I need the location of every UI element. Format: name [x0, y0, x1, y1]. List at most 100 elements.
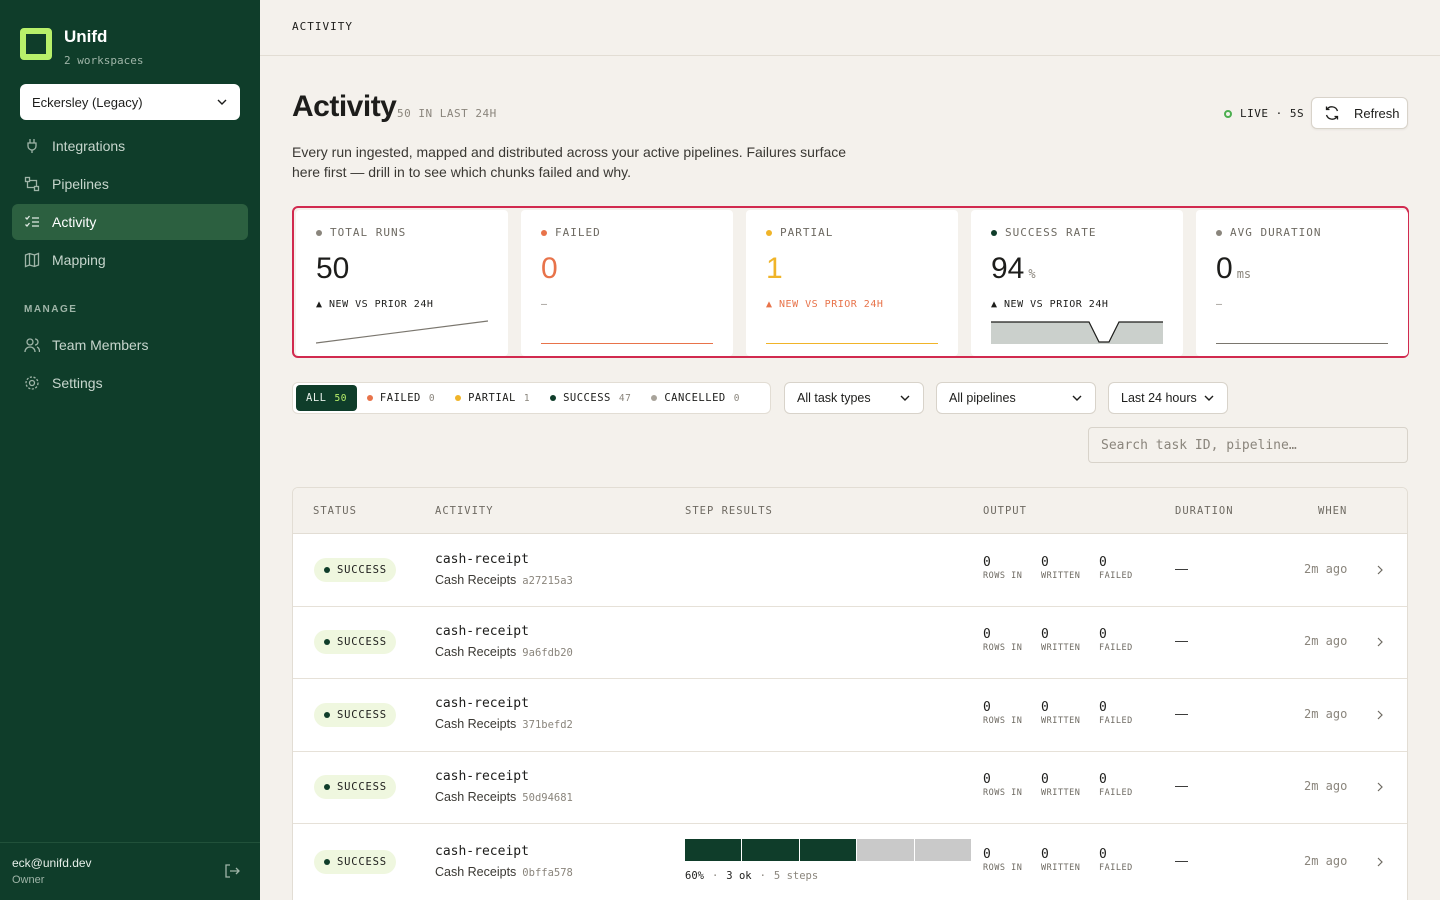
nav-item-mapping[interactable]: Mapping — [12, 242, 248, 278]
kpi-label: PARTIAL — [780, 226, 834, 239]
output-value: 0 — [983, 772, 991, 787]
refresh-icon — [1325, 106, 1339, 120]
kpi-card-success-rate[interactable]: SUCCESS RATE 94% ▲ NEW VS PRIOR 24H — [971, 210, 1183, 356]
logout-icon[interactable] — [224, 863, 240, 879]
kpi-value-number: 50 — [316, 252, 350, 285]
output-rows-in: 0 ROWS IN — [983, 700, 1041, 726]
nav-item-label: Team Members — [52, 337, 149, 353]
chevron-right-icon[interactable] — [1375, 637, 1385, 647]
chevron-right-icon[interactable] — [1375, 565, 1385, 575]
status-dot-icon — [324, 859, 330, 865]
column-header-when[interactable]: WHEN — [1318, 505, 1347, 517]
kpi-label: SUCCESS RATE — [1005, 226, 1097, 239]
output-value: 0 — [1099, 627, 1107, 642]
column-header-status[interactable]: STATUS — [313, 505, 357, 517]
column-header-steps[interactable]: STEP RESULTS — [685, 505, 773, 517]
workspaces-count: 2 workspaces — [64, 54, 144, 67]
pipeline-icon — [24, 176, 40, 192]
kpi-label: AVG DURATION — [1230, 226, 1322, 239]
workspace-select[interactable]: Eckersley (Legacy) — [20, 84, 240, 120]
unifd-logo-icon — [20, 28, 52, 60]
task-type-select[interactable]: All task types — [784, 382, 924, 414]
table-row[interactable]: SUCCESS cash-receipt Cash Receipts 9a6fdb… — [293, 607, 1407, 679]
pipeline-select[interactable]: All pipelines — [936, 382, 1096, 414]
nav-item-settings[interactable]: Settings — [12, 365, 248, 401]
duration-value: — — [1175, 853, 1188, 868]
chevron-right-icon[interactable] — [1375, 710, 1385, 720]
pipeline-name: Cash Receipts — [435, 717, 517, 731]
app-name: Unifd — [64, 27, 108, 46]
chevron-down-icon — [1204, 395, 1214, 401]
table-row[interactable]: SUCCESS cash-receipt Cash Receipts 0bffa5… — [293, 824, 1407, 900]
output-value: 0 — [983, 700, 991, 715]
status-dot-icon — [324, 567, 330, 573]
duration-value: — — [1175, 561, 1188, 576]
time-range-select[interactable]: Last 24 hours — [1108, 382, 1228, 414]
kpi-delta: ▲ NEW VS PRIOR 24H — [316, 299, 434, 310]
kpi-label: FAILED — [555, 226, 601, 239]
live-label: LIVE · 5S — [1240, 107, 1305, 120]
output-written: 0 WRITTEN — [1041, 772, 1099, 798]
output-value: 0 — [983, 847, 991, 862]
title-meta: 50 IN LAST 24H — [397, 107, 497, 120]
nav-item-activity[interactable]: Activity — [12, 204, 248, 240]
nav-item-pipelines[interactable]: Pipelines — [12, 166, 248, 202]
output-label: ROWS IN — [983, 863, 1023, 873]
activity-pipeline: Cash Receipts 9a6fdb20 — [435, 645, 573, 659]
run-hash: a27215a3 — [522, 575, 573, 587]
output-value: 0 — [1099, 772, 1107, 787]
kpi-card-avg-duration[interactable]: AVG DURATION 0 ms — — [1196, 210, 1408, 356]
output-rows-in: 0 ROWS IN — [983, 772, 1041, 798]
activity-pipeline: Cash Receipts 50d94681 — [435, 790, 573, 804]
chip-all[interactable]: ALL 50 — [296, 385, 357, 411]
sparkline — [991, 321, 1163, 344]
chip-success[interactable]: SUCCESS 47 — [540, 385, 641, 411]
nav-item-team-members[interactable]: Team Members — [12, 327, 248, 363]
chip-label: PARTIAL — [468, 392, 516, 404]
column-header-output[interactable]: OUTPUT — [983, 505, 1027, 517]
status-badge: SUCCESS — [314, 558, 396, 582]
pipeline-name: Cash Receipts — [435, 573, 517, 587]
chevron-down-icon — [900, 395, 910, 401]
chip-count: 50 — [334, 392, 347, 404]
kpi-card-failed[interactable]: FAILED 0 — — [521, 210, 733, 356]
output-value: 0 — [1041, 555, 1049, 570]
kpi-card-partial[interactable]: PARTIAL 1 ▲ NEW VS PRIOR 24H — [746, 210, 958, 356]
kpi-unit: ms — [1236, 267, 1252, 281]
refresh-button[interactable]: Refresh — [1311, 97, 1408, 129]
status-filter-chips: ALL 50 FAILED 0 PARTIAL 1 SUCCESS 47 CANCELL… — [292, 382, 771, 414]
kpi-strip: TOTAL RUNS 50 ▲ NEW VS PRIOR 24H FAILED … — [292, 206, 1409, 358]
column-header-activity[interactable]: ACTIVITY — [435, 505, 494, 517]
search-input[interactable] — [1088, 427, 1408, 463]
table-row[interactable]: SUCCESS cash-receipt Cash Receipts 371bef… — [293, 679, 1407, 752]
chip-failed[interactable]: FAILED 0 — [357, 385, 445, 411]
activity-name: cash-receipt — [435, 624, 529, 639]
gear-icon — [24, 375, 40, 391]
status-dot-icon — [324, 639, 330, 645]
status-dot-icon — [550, 395, 557, 401]
chip-cancelled[interactable]: CANCELLED 0 — [641, 385, 750, 411]
nav-item-integrations[interactable]: Integrations — [12, 128, 248, 164]
chip-label: CANCELLED — [664, 392, 726, 404]
chevron-right-icon[interactable] — [1375, 857, 1385, 867]
column-header-duration[interactable]: DURATION — [1175, 505, 1234, 517]
duration-value: — — [1175, 706, 1188, 721]
kpi-value-number: 94 — [991, 252, 1025, 285]
kpi-value: 50 — [316, 252, 353, 286]
kpi-value: 0 ms — [1216, 252, 1251, 286]
kpi-unit: % — [1028, 267, 1036, 281]
chevron-down-icon — [217, 99, 227, 105]
output-written: 0 WRITTEN — [1041, 700, 1099, 726]
when-value: 2m ago — [1304, 854, 1348, 868]
chip-label: FAILED — [379, 392, 421, 404]
sparkline — [1216, 343, 1388, 344]
when-value: 2m ago — [1304, 562, 1348, 576]
plug-icon — [24, 138, 40, 154]
chevron-right-icon[interactable] — [1375, 782, 1385, 792]
table-row[interactable]: SUCCESS cash-receipt Cash Receipts 50d946… — [293, 752, 1407, 824]
table-row[interactable]: SUCCESS cash-receipt Cash Receipts a27215… — [293, 534, 1407, 607]
time-range-value: Last 24 hours — [1121, 391, 1197, 405]
output-label: WRITTEN — [1041, 643, 1081, 653]
chip-partial[interactable]: PARTIAL 1 — [445, 385, 540, 411]
kpi-card-total-runs[interactable]: TOTAL RUNS 50 ▲ NEW VS PRIOR 24H — [296, 210, 508, 356]
